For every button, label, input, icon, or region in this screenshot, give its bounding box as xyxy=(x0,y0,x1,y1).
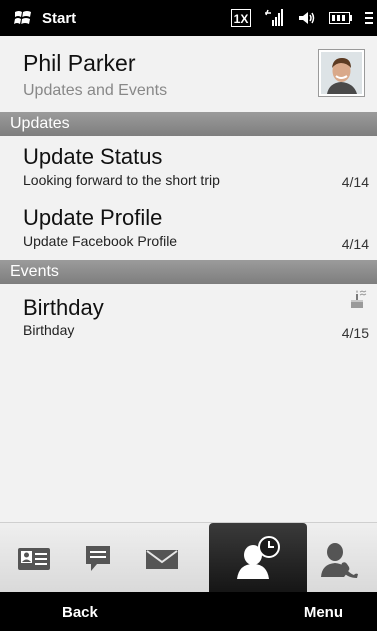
tab-contact-info[interactable] xyxy=(8,533,60,585)
message-icon xyxy=(86,546,110,571)
avatar[interactable] xyxy=(318,49,365,97)
call-history-icon xyxy=(321,543,358,578)
item-title: Update Status xyxy=(23,144,163,169)
menu-softkey[interactable]: Menu xyxy=(304,604,343,621)
battery-icon[interactable] xyxy=(329,11,353,25)
contact-photo-icon xyxy=(321,52,362,94)
item-detail: Birthday xyxy=(23,322,75,338)
signal-strength-icon[interactable] xyxy=(263,8,285,28)
item-title: Birthday xyxy=(23,295,104,320)
item-detail: Update Facebook Profile xyxy=(23,233,178,249)
item-title: Update Profile xyxy=(23,205,163,230)
status-bar: Start 1X xyxy=(0,0,377,36)
contact-header: Phil Parker Updates and Events xyxy=(0,36,377,112)
list-item[interactable]: Update Profile Update Facebook Profile 4… xyxy=(0,196,377,260)
softkey-bar: Back Menu xyxy=(0,592,377,631)
events-section-header: Events xyxy=(0,260,377,284)
contact-card-icon xyxy=(18,548,50,570)
events-section-label: Events xyxy=(10,263,59,280)
status-icons: 1X xyxy=(231,0,373,36)
contact-subtitle: Updates and Events xyxy=(23,82,168,99)
tab-updates-events[interactable] xyxy=(209,523,307,593)
tab-call-history[interactable] xyxy=(312,533,364,585)
windows-logo-icon[interactable] xyxy=(14,9,32,27)
item-date: 4/14 xyxy=(341,174,369,190)
contact-name: Phil Parker xyxy=(23,50,136,76)
list-item[interactable]: Update Status Looking forward to the sho… xyxy=(0,136,377,196)
updates-section-header: Updates xyxy=(0,112,377,136)
network-label: 1X xyxy=(234,12,249,26)
updates-section-label: Updates xyxy=(10,115,70,132)
item-date: 4/14 xyxy=(341,236,369,252)
1x-network-icon[interactable]: 1X xyxy=(231,9,251,27)
tab-email[interactable] xyxy=(136,533,188,585)
birthday-cake-icon xyxy=(351,290,367,308)
back-softkey[interactable]: Back xyxy=(62,604,98,621)
item-date: 4/15 xyxy=(341,325,369,341)
speaker-icon[interactable] xyxy=(297,9,317,27)
start-label[interactable]: Start xyxy=(42,10,76,27)
item-detail: Looking forward to the short trip xyxy=(23,172,220,188)
tab-bar xyxy=(0,522,377,593)
updates-events-icon xyxy=(237,536,280,579)
list-item[interactable]: Birthday Birthday 4/15 xyxy=(0,284,377,348)
email-icon xyxy=(146,550,178,569)
menu-icon[interactable] xyxy=(365,10,373,26)
tab-messages[interactable] xyxy=(72,533,124,585)
